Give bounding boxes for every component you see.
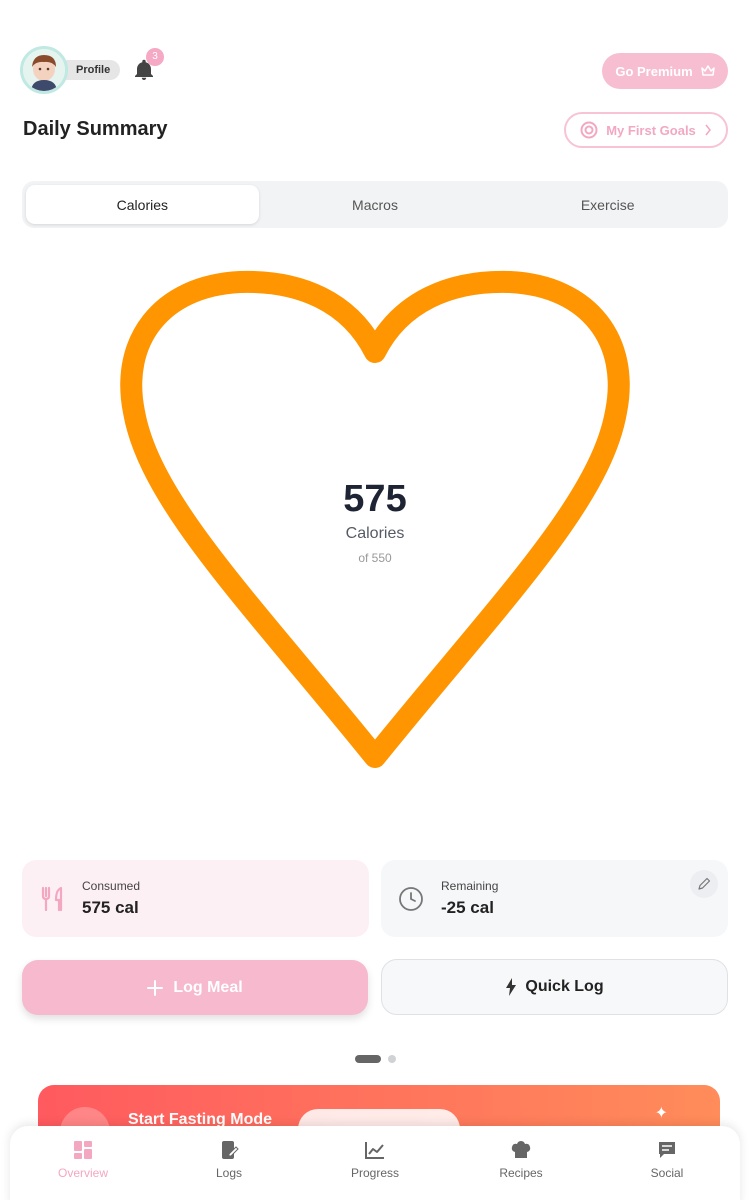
page-indicator — [0, 1055, 750, 1063]
tab-calories[interactable]: Calories — [26, 185, 259, 224]
consumed-card: Consumed 575 cal — [22, 860, 369, 937]
edit-goal-button[interactable] — [690, 870, 718, 898]
notebook-icon — [222, 1141, 239, 1159]
page-dot[interactable] — [387, 1055, 396, 1063]
my-goals-button[interactable]: My First Goals — [564, 112, 728, 148]
lightning-icon — [506, 978, 517, 996]
page-title: Daily Summary — [23, 118, 168, 140]
nav-progress-label: Progress — [350, 1166, 400, 1180]
avatar — [20, 46, 68, 94]
nav-social-label: Social — [650, 1166, 684, 1180]
remaining-label: Remaining — [441, 879, 499, 893]
crown-icon — [700, 65, 715, 76]
log-meal-button[interactable]: Log Meal — [22, 960, 368, 1015]
fork-knife-icon — [41, 886, 63, 911]
calories-value: 575 — [343, 478, 407, 520]
consumed-label: Consumed — [82, 879, 141, 893]
bottom-nav: Overview Logs Progress Recipes Social — [10, 1126, 740, 1200]
chevron-right-icon — [705, 124, 711, 136]
quick-log-button[interactable]: Quick Log — [381, 959, 728, 1015]
tab-exercise[interactable]: Exercise — [491, 185, 724, 224]
calorie-readout: 575 Calories of 550 — [0, 478, 750, 565]
clock-icon — [399, 886, 423, 911]
remaining-card: Remaining -25 cal — [381, 860, 728, 937]
nav-social[interactable]: Social — [594, 1140, 740, 1200]
quick-log-label: Quick Log — [525, 978, 604, 995]
nav-logs-label: Logs — [215, 1166, 243, 1180]
target-icon — [580, 121, 598, 139]
nav-overview[interactable]: Overview — [10, 1140, 156, 1200]
chat-icon — [659, 1142, 675, 1158]
nav-overview-label: Overview — [57, 1166, 108, 1180]
sparkle-icon: ✦ — [654, 1105, 668, 1122]
log-meal-label: Log Meal — [173, 978, 243, 996]
my-goals-label: My First Goals — [606, 122, 696, 138]
plus-icon — [147, 979, 164, 996]
notification-badge: 3 — [146, 48, 164, 66]
nav-logs[interactable]: Logs — [156, 1140, 302, 1200]
profile-button[interactable]: Profile — [20, 46, 121, 94]
summary-tabs: Calories Macros Exercise — [22, 181, 728, 228]
remaining-value: -25 cal — [441, 898, 494, 917]
chef-hat-icon — [511, 1141, 531, 1158]
nav-progress[interactable]: Progress — [302, 1140, 448, 1200]
tab-macros[interactable]: Macros — [259, 185, 492, 224]
consumed-value: 575 cal — [82, 898, 139, 917]
go-premium-button[interactable]: Go Premium — [602, 53, 728, 89]
calories-label: Calories — [345, 525, 405, 542]
nav-recipes[interactable]: Recipes — [448, 1140, 594, 1200]
nav-recipes-label: Recipes — [499, 1166, 543, 1180]
page-dot-active[interactable] — [354, 1055, 381, 1063]
go-premium-label: Go Premium — [615, 63, 693, 79]
chart-icon — [365, 1142, 384, 1159]
calories-goal: of 550 — [358, 551, 392, 565]
pencil-icon — [698, 877, 711, 890]
grid-icon — [74, 1141, 92, 1159]
